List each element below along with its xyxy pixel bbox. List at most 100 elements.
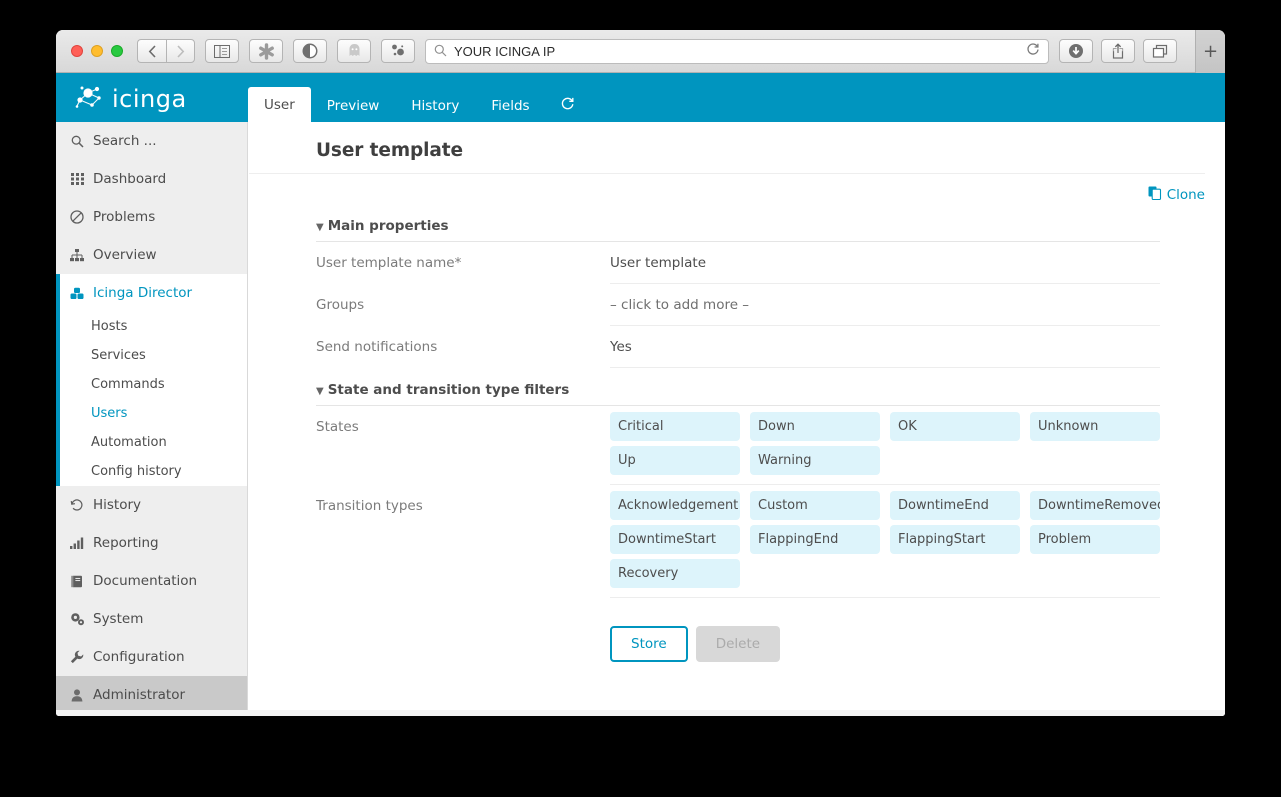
sidebar-item-problems[interactable]: Problems	[56, 198, 247, 236]
forward-button[interactable]	[166, 39, 195, 63]
address-text: YOUR ICINGA IP	[454, 43, 556, 59]
sidebar-item-label: Problems	[93, 209, 156, 225]
states-option-group: Critical Down OK Unknown Up Warning	[610, 406, 1160, 485]
sidebar-item-label: Documentation	[93, 573, 198, 589]
page-title: User template	[249, 122, 1205, 174]
form-row-transition-types: Transition types Acknowledgement Custom …	[316, 485, 1160, 598]
ban-circle-icon	[68, 210, 86, 224]
state-option[interactable]: Unknown	[1030, 412, 1160, 441]
clone-icon	[1148, 186, 1162, 204]
transition-type-option[interactable]: Recovery	[610, 559, 740, 588]
window-controls	[71, 45, 123, 57]
icinga-logo-icon	[72, 82, 106, 116]
state-option[interactable]: Up	[610, 446, 740, 475]
field-label: States	[316, 419, 359, 435]
store-button[interactable]: Store	[610, 626, 688, 662]
sidebar-item-automation[interactable]: Automation	[60, 428, 247, 457]
adblock-extension-button[interactable]	[337, 39, 371, 63]
icinga-header-bar: icinga User Preview History Fields	[56, 73, 1225, 122]
reload-icon[interactable]	[1026, 42, 1040, 60]
download-icon[interactable]	[1059, 39, 1093, 63]
transition-type-option[interactable]: DowntimeEnd	[890, 491, 1020, 520]
tab-user[interactable]: User	[248, 87, 311, 122]
sidebar-item-label: Administrator	[93, 687, 186, 703]
state-option[interactable]: OK	[890, 412, 1020, 441]
sidebar-item-administrator[interactable]: Administrator	[56, 676, 247, 714]
close-window-button[interactable]	[71, 45, 83, 57]
user-template-name-input[interactable]: User template	[610, 242, 1160, 284]
sidebar-item-label: History	[93, 497, 142, 513]
new-tab-button[interactable]: +	[1195, 30, 1225, 73]
sidebar-toggle-button[interactable]	[205, 39, 239, 63]
sidebar-item-label: System	[93, 611, 144, 627]
ghostery-extension-button[interactable]	[293, 39, 327, 63]
form-row-send-notifications: Send notifications Yes	[316, 326, 1160, 368]
history-clock-icon	[68, 498, 86, 512]
sidebar-item-overview[interactable]: Overview	[56, 236, 247, 274]
delete-button[interactable]: Delete	[695, 626, 781, 662]
field-label: Transition types	[316, 498, 423, 514]
groups-input[interactable]: – click to add more –	[610, 284, 1160, 326]
state-option[interactable]: Down	[750, 412, 880, 441]
sidebar-item-hosts[interactable]: Hosts	[60, 312, 247, 341]
clone-label: Clone	[1166, 187, 1205, 203]
form-row-states: States Critical Down OK Unknown Up Warni…	[316, 406, 1160, 485]
transition-type-option[interactable]: Acknowledgement	[610, 491, 740, 520]
tab-fields[interactable]: Fields	[475, 89, 545, 122]
send-notifications-select[interactable]: Yes	[610, 326, 1160, 368]
tab-preview[interactable]: Preview	[311, 89, 396, 122]
sidebar-item-label: Configuration	[93, 649, 185, 665]
sitemap-icon	[68, 248, 86, 262]
sidebar-item-config-history[interactable]: Config history	[60, 457, 247, 486]
share-icon[interactable]	[1101, 39, 1135, 63]
section-legend-state-filters[interactable]: ▼ State and transition type filters	[249, 368, 1225, 405]
icinga-logo-text: icinga	[112, 85, 187, 113]
sidebar-item-configuration[interactable]: Configuration	[56, 638, 247, 676]
transition-type-option[interactable]: Problem	[1030, 525, 1160, 554]
actions-bar: Clone	[249, 174, 1225, 204]
sidebar-item-history[interactable]: History	[56, 486, 247, 524]
dashboard-grid-icon	[68, 173, 86, 185]
sidebar-item-users[interactable]: Users	[60, 399, 247, 428]
sidebar-item-label: Search ...	[93, 133, 157, 149]
sidebar-item-system[interactable]: System	[56, 600, 247, 638]
sidebar-item-label: Overview	[93, 247, 157, 263]
back-button[interactable]	[137, 39, 166, 63]
minimize-window-button[interactable]	[91, 45, 103, 57]
transition-type-option[interactable]: FlappingEnd	[750, 525, 880, 554]
maximize-window-button[interactable]	[111, 45, 123, 57]
legend-label: State and transition type filters	[327, 382, 570, 398]
transition-type-option[interactable]: Custom	[750, 491, 880, 520]
evernote-extension-button[interactable]	[381, 39, 415, 63]
wrench-icon	[68, 650, 86, 664]
navigation-buttons	[137, 39, 195, 63]
sidebar-item-services[interactable]: Services	[60, 341, 247, 370]
state-option[interactable]: Warning	[750, 446, 880, 475]
book-icon	[68, 575, 86, 588]
clone-button[interactable]: Clone	[1148, 186, 1205, 204]
transition-types-option-group: Acknowledgement Custom DowntimeEnd Downt…	[610, 485, 1160, 598]
form-row-groups: Groups – click to add more –	[316, 284, 1160, 326]
tab-history[interactable]: History	[395, 89, 475, 122]
asterisk-extension-button[interactable]	[249, 39, 283, 63]
sidebar-item-search[interactable]: Search ...	[56, 122, 247, 160]
sidebar-item-commands[interactable]: Commands	[60, 370, 247, 399]
browser-window: YOUR ICINGA IP + icinga User Preview His…	[56, 30, 1225, 716]
show-tabs-icon[interactable]	[1143, 39, 1177, 63]
sidebar-item-documentation[interactable]: Documentation	[56, 562, 247, 600]
address-bar[interactable]: YOUR ICINGA IP	[425, 38, 1049, 64]
transition-type-option[interactable]: FlappingStart	[890, 525, 1020, 554]
sidebar-item-reporting[interactable]: Reporting	[56, 524, 247, 562]
search-icon	[68, 135, 86, 148]
refresh-icon[interactable]	[546, 87, 589, 122]
state-option[interactable]: Critical	[610, 412, 740, 441]
field-label: Send notifications	[316, 339, 438, 355]
sidebar-item-dashboard[interactable]: Dashboard	[56, 160, 247, 198]
icinga-logo[interactable]: icinga	[72, 82, 187, 116]
section-legend-main-properties[interactable]: ▼ Main properties	[249, 204, 1225, 241]
sidebar-item-icinga-director[interactable]: Icinga Director	[60, 274, 247, 312]
icinga-web-page: icinga User Preview History Fields Searc…	[56, 73, 1225, 716]
sidebar-item-label: Icinga Director	[93, 285, 193, 301]
transition-type-option[interactable]: DowntimeRemoved	[1030, 491, 1160, 520]
transition-type-option[interactable]: DowntimeStart	[610, 525, 740, 554]
